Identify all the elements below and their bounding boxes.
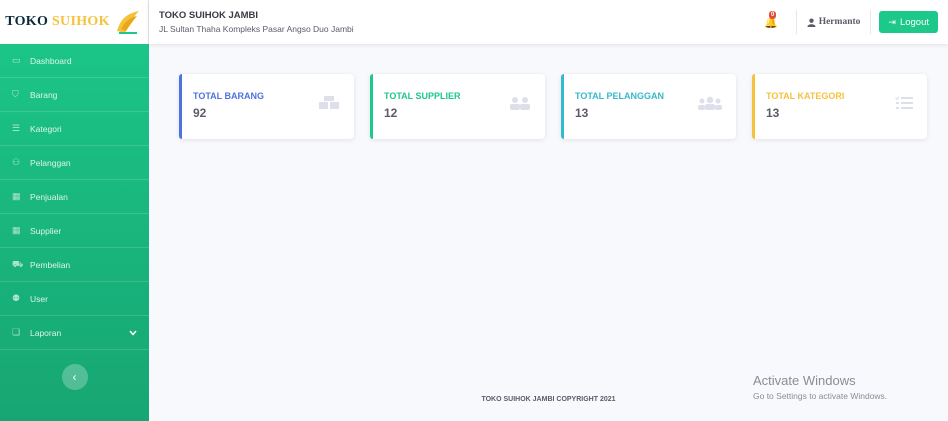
store-name: TOKO SUIHOK JAMBI [159,10,259,21]
sidebar-item-kategori[interactable]: ☰ Kategori [0,112,149,146]
logout-button[interactable]: ⇥ Logout [879,11,938,33]
store-address: JL Sultan Thaha Kompleks Pasar Angso Duo… [159,24,354,34]
cart-icon: ⛟ [12,258,24,269]
users-icon: ⚇ [12,157,21,167]
sidebar-item-laporan[interactable]: ❏ Laporan [0,316,149,350]
topbar: TOKO SUIHOK JAMBI JL Sultan Thaha Komple… [149,0,948,44]
topbar-right: 🔔 0 Hermanto ⇥ Logout [764,0,948,44]
watermark-subtitle: Go to Settings to activate Windows. [753,391,888,401]
tasks-icon [895,96,913,109]
table-icon: ▦ [12,225,21,235]
table-icon: ▦ [12,191,21,201]
sidebar-item-label: User [30,293,48,304]
user-name: Hermanto [818,17,861,27]
sidebar-item-label: Supplier [30,225,62,236]
sidebar: TOKO SUIHOK ▭ Dashboard ⛉ Barang ☰ Kateg… [0,0,149,421]
card-total-pelanggan: TOTAL PELANGGAN 13 [561,74,736,139]
brand-name: TOKO SUIHOK [5,14,110,29]
sign-out-icon: ⇥ [888,16,896,27]
alert-count-badge: 0 [769,10,777,19]
brand-logo-icon [116,11,139,34]
sidebar-toggle-button[interactable]: ‹ [61,364,88,390]
watermark-title: Activate Windows [753,373,856,388]
sidebar-item-label: Kategori [30,123,62,134]
sidebar-item-supplier[interactable]: ▦ Supplier [0,214,149,248]
users-group-icon [698,96,722,110]
sidebar-item-pembelian[interactable]: ⛟ Pembelian [0,248,149,282]
user-friends-icon [510,97,530,110]
chevron-down-icon [129,330,137,336]
card-total-kategori: TOTAL KATEGORI 13 [752,74,927,139]
user-menu[interactable]: Hermanto [797,17,871,27]
stat-cards: TOTAL BARANG 92 TOTAL SUPPLIER 12 TOTAL … [179,74,927,139]
sidebar-item-barang[interactable]: ⛉ Barang [0,78,149,112]
sidebar-item-user[interactable]: ⚉ User [0,282,149,316]
sidebar-item-label: Penjualan [30,191,68,202]
box-icon: ⛉ [12,89,19,99]
sidebar-item-label: Barang [30,89,58,100]
sidebar-item-label: Laporan [30,327,62,338]
sidebar-item-penjualan[interactable]: ▦ Penjualan [0,180,149,214]
card-total-supplier: TOTAL SUPPLIER 12 [370,74,545,139]
store-info: TOKO SUIHOK JAMBI JL Sultan Thaha Komple… [149,10,354,34]
user-icon [807,18,816,27]
sidebar-item-label: Pelanggan [30,157,71,168]
boxes-icon [319,96,339,109]
sidebar-item-dashboard[interactable]: ▭ Dashboard [0,44,149,78]
windows-activation-watermark: Activate Windows Go to Settings to activ… [753,373,887,401]
sidebar-item-label: Pembelian [30,259,71,270]
report-icon: ❏ [12,327,21,337]
card-total-barang: TOTAL BARANG 92 [179,74,354,139]
sidebar-item-pelanggan[interactable]: ⚇ Pelanggan [0,146,149,180]
list-icon: ☰ [12,123,21,133]
topbar-divider [870,10,872,34]
sidebar-item-label: Dashboard [30,55,72,66]
brand[interactable]: TOKO SUIHOK [0,0,149,44]
logout-label: Logout [899,16,929,28]
user-icon: ⚉ [12,293,21,303]
monitor-icon: ▭ [12,55,21,65]
alerts-button[interactable]: 🔔 0 [764,10,778,29]
sidebar-toggle-wrap: ‹ [0,350,149,390]
